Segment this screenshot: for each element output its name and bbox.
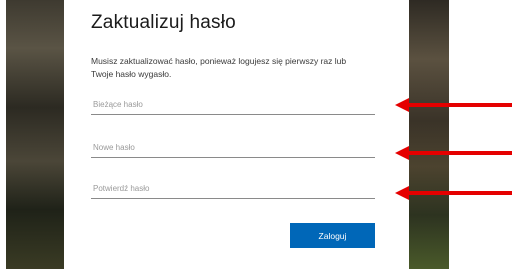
new-password-field[interactable] (91, 138, 375, 158)
confirm-password-field[interactable] (91, 179, 375, 199)
arrow-left-icon (395, 186, 512, 200)
background-photo-right (409, 0, 449, 269)
sign-in-button[interactable]: Zaloguj (290, 223, 375, 248)
current-password-field[interactable] (91, 95, 375, 115)
arrow-left-icon (395, 146, 512, 160)
arrow-left-icon (395, 98, 512, 112)
dialog-title: Zaktualizuj hasło (91, 12, 236, 33)
background-photo-left (6, 0, 64, 269)
update-password-panel: Zaktualizuj hasło Musisz zaktualizować h… (64, 0, 409, 269)
dialog-description: Musisz zaktualizować hasło, ponieważ log… (91, 56, 347, 79)
